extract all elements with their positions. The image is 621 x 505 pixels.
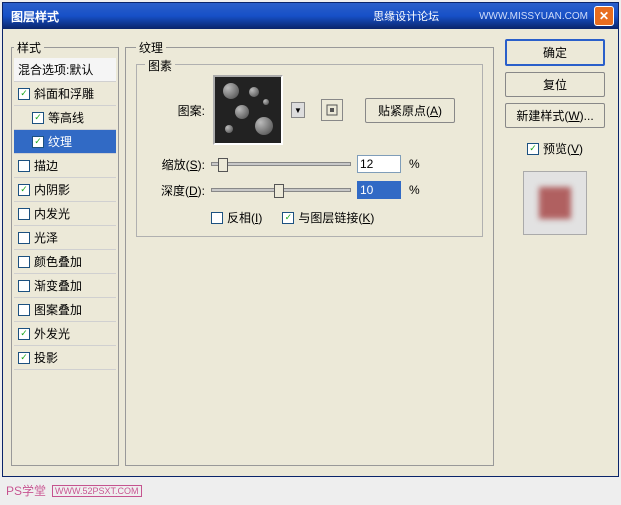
watermark-url: WWW.52PSXT.COM bbox=[52, 485, 142, 497]
ok-button[interactable]: 确定 bbox=[505, 39, 605, 66]
checkbox-icon[interactable] bbox=[18, 232, 30, 244]
checkbox-icon[interactable] bbox=[18, 352, 30, 364]
style-item-label: 斜面和浮雕 bbox=[34, 85, 94, 102]
depth-input[interactable] bbox=[357, 181, 401, 199]
style-item-5[interactable]: 内发光 bbox=[14, 202, 116, 226]
watermark: PS学堂 WWW.52PSXT.COM bbox=[6, 482, 142, 499]
sub-legend: 图素 bbox=[145, 57, 175, 74]
window-title: 图层样式 bbox=[11, 8, 373, 25]
link-layer-checkbox[interactable]: 与图层链接(K) bbox=[282, 209, 374, 226]
styles-legend: 样式 bbox=[14, 39, 44, 56]
style-item-7[interactable]: 颜色叠加 bbox=[14, 250, 116, 274]
style-item-label: 渐变叠加 bbox=[34, 277, 82, 294]
style-item-4[interactable]: 内阴影 bbox=[14, 178, 116, 202]
style-item-label: 内阴影 bbox=[34, 181, 70, 198]
blend-options-header[interactable]: 混合选项:默认 bbox=[14, 58, 116, 82]
checkbox-icon bbox=[211, 212, 223, 224]
watermark-text: PS学堂 bbox=[6, 482, 46, 499]
checkbox-icon[interactable] bbox=[18, 328, 30, 340]
main-panel: 纹理 图素 图案: ▼ bbox=[125, 39, 494, 466]
checkbox-icon[interactable] bbox=[18, 280, 30, 292]
depth-slider[interactable] bbox=[211, 188, 351, 192]
style-item-8[interactable]: 渐变叠加 bbox=[14, 274, 116, 298]
close-button[interactable]: ✕ bbox=[594, 6, 614, 26]
styles-panel: 样式 混合选项:默认 斜面和浮雕等高线纹理描边内阴影内发光光泽颜色叠加渐变叠加图… bbox=[11, 39, 119, 466]
style-item-2[interactable]: 纹理 bbox=[14, 130, 116, 154]
checkbox-icon[interactable] bbox=[18, 208, 30, 220]
scale-slider[interactable] bbox=[211, 162, 351, 166]
style-item-label: 颜色叠加 bbox=[34, 253, 82, 270]
style-item-9[interactable]: 图案叠加 bbox=[14, 298, 116, 322]
style-item-label: 图案叠加 bbox=[34, 301, 82, 318]
style-item-label: 内发光 bbox=[34, 205, 70, 222]
style-item-label: 投影 bbox=[34, 349, 58, 366]
depth-unit: % bbox=[409, 183, 420, 197]
right-panel: 确定 复位 新建样式(W)... 预览(V) bbox=[500, 39, 610, 466]
style-item-label: 描边 bbox=[34, 157, 58, 174]
pattern-dropdown-icon[interactable]: ▼ bbox=[291, 102, 305, 118]
style-item-11[interactable]: 投影 bbox=[14, 346, 116, 370]
invert-checkbox[interactable]: 反相(I) bbox=[211, 209, 262, 226]
style-item-label: 等高线 bbox=[48, 109, 84, 126]
preview-checkbox[interactable]: 预览(V) bbox=[527, 140, 583, 157]
style-item-label: 纹理 bbox=[48, 133, 72, 150]
titlebar: 图层样式 思缘设计论坛 WWW.MISSYUAN.COM ✕ bbox=[3, 3, 618, 29]
pattern-label: 图案: bbox=[147, 102, 205, 119]
checkbox-icon[interactable] bbox=[18, 88, 30, 100]
new-style-button[interactable]: 新建样式(W)... bbox=[505, 103, 605, 128]
style-item-1[interactable]: 等高线 bbox=[14, 106, 116, 130]
checkbox-icon[interactable] bbox=[18, 160, 30, 172]
cancel-button[interactable]: 复位 bbox=[505, 72, 605, 97]
brand-text: 思缘设计论坛 bbox=[373, 8, 439, 24]
style-item-label: 光泽 bbox=[34, 229, 58, 246]
new-preset-icon bbox=[325, 103, 339, 117]
checkbox-icon[interactable] bbox=[32, 136, 44, 148]
depth-label: 深度(D): bbox=[147, 182, 205, 199]
style-item-6[interactable]: 光泽 bbox=[14, 226, 116, 250]
pattern-swatch[interactable] bbox=[213, 75, 283, 145]
snap-origin-button[interactable]: 贴紧原点(A) bbox=[365, 98, 455, 123]
style-item-10[interactable]: 外发光 bbox=[14, 322, 116, 346]
checkbox-icon[interactable] bbox=[32, 112, 44, 124]
style-item-3[interactable]: 描边 bbox=[14, 154, 116, 178]
style-item-label: 外发光 bbox=[34, 325, 70, 342]
preview-thumbnail bbox=[523, 171, 587, 235]
depth-row: 深度(D): % bbox=[147, 181, 472, 199]
new-pattern-button[interactable] bbox=[321, 99, 343, 121]
checkbox-icon[interactable] bbox=[18, 256, 30, 268]
scale-row: 缩放(S): % bbox=[147, 155, 472, 173]
main-legend: 纹理 bbox=[136, 39, 166, 56]
checkbox-icon[interactable] bbox=[18, 184, 30, 196]
checkbox-icon bbox=[282, 212, 294, 224]
scale-input[interactable] bbox=[357, 155, 401, 173]
checkbox-icon bbox=[527, 143, 539, 155]
checkbox-icon[interactable] bbox=[18, 304, 30, 316]
scale-unit: % bbox=[409, 157, 420, 171]
scale-label: 缩放(S): bbox=[147, 156, 205, 173]
layer-style-dialog: 图层样式 思缘设计论坛 WWW.MISSYUAN.COM ✕ 样式 混合选项:默… bbox=[2, 2, 619, 477]
brand-url: WWW.MISSYUAN.COM bbox=[479, 11, 588, 22]
style-item-0[interactable]: 斜面和浮雕 bbox=[14, 82, 116, 106]
element-group: 图素 图案: ▼ bbox=[136, 64, 483, 237]
